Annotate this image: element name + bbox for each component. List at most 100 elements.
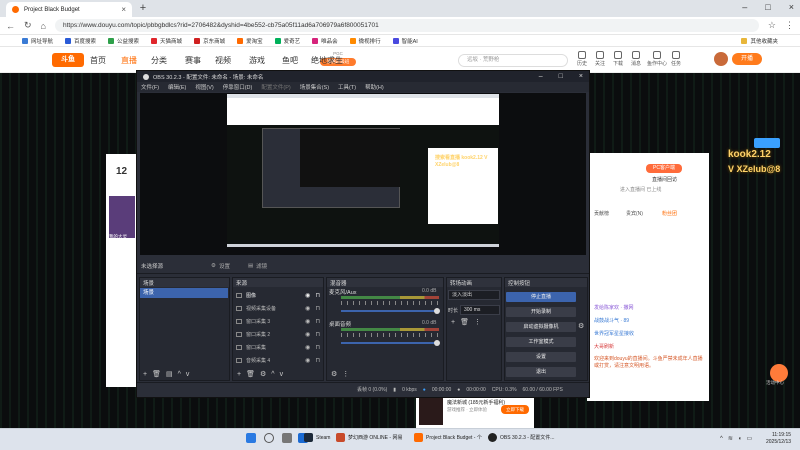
tab-fan-club[interactable]: 粉丝团 <box>662 210 677 217</box>
virtual-camera-gear-icon[interactable]: ⚙ <box>578 322 584 330</box>
tab-contribution[interactable]: 贡献榜 <box>594 210 609 217</box>
follow-button[interactable]: 关注 <box>593 51 607 67</box>
pc-client-badge[interactable]: PC客户端 <box>646 164 682 173</box>
up-icon[interactable]: ^ <box>271 371 274 378</box>
tab-close-icon[interactable]: × <box>121 5 126 14</box>
down-icon[interactable]: v <box>186 371 190 378</box>
bookmark-item[interactable]: 京东商城 <box>194 37 225 45</box>
eye-icon[interactable]: ◉ <box>305 331 310 338</box>
lock-icon[interactable]: ⊓ <box>315 318 320 325</box>
eye-icon[interactable]: ◉ <box>305 305 310 312</box>
nav-video[interactable]: 视频 <box>215 55 231 66</box>
obs-close-icon[interactable]: × <box>579 73 583 80</box>
trash-icon[interactable]: 🗑 <box>246 370 255 378</box>
back-icon[interactable]: ← <box>6 21 15 31</box>
messages-button[interactable]: 消息 <box>629 51 643 67</box>
bookmark-item[interactable]: 唯品会 <box>312 37 338 45</box>
taskbar-app-obs[interactable]: OBS 30.2.3 - 配置文件... <box>488 433 554 442</box>
start-virtual-camera-button[interactable]: 启动虚拟摄像机 <box>506 322 576 332</box>
eye-icon[interactable]: ◉ <box>305 357 310 364</box>
source-item[interactable]: 窗口采集 2 ◉ ⊓ <box>233 328 323 340</box>
panel-line[interactable]: 直播间回访 <box>652 176 677 183</box>
refresh-icon[interactable]: ↻ <box>24 20 32 31</box>
menu-docks[interactable]: 停靠窗口(D) <box>223 83 253 91</box>
wifi-icon[interactable]: ≋ <box>728 435 733 442</box>
star-icon[interactable]: ☆ <box>768 20 776 31</box>
taskbar-clock[interactable]: 11:19:15 2025/12/13 <box>766 432 791 446</box>
taskbar-app-browser[interactable]: Project Black Budget - 个 <box>414 433 482 442</box>
source-filters-button[interactable]: ▤ 滤镜 <box>248 262 267 270</box>
creator-center-button[interactable]: 鱼作中心 <box>647 51 667 67</box>
bookmark-item[interactable]: 网址导航 <box>22 37 53 45</box>
menu-scene-collection[interactable]: 场景集合(S) <box>300 83 329 91</box>
close-window-icon[interactable]: × <box>789 2 794 12</box>
bookmark-item[interactable]: 公益搜索 <box>108 37 139 45</box>
site-search-input[interactable]: 远坂 · 荒野枪 <box>458 54 568 67</box>
trash-icon[interactable]: 🗑 <box>152 370 161 378</box>
bookmark-item[interactable]: 爱淘宝 <box>237 37 263 45</box>
task-view-icon[interactable] <box>282 433 292 443</box>
lock-icon[interactable]: ⊓ <box>315 357 320 364</box>
start-menu-icon[interactable] <box>246 433 256 443</box>
nav-category[interactable]: 分类 <box>151 55 167 66</box>
ad-download-button[interactable]: 立即下载 <box>501 405 529 414</box>
obs-minimize-icon[interactable]: – <box>539 73 543 80</box>
scene-item[interactable]: 场景 <box>140 288 228 298</box>
up-icon[interactable]: ^ <box>178 371 181 378</box>
browser-tab[interactable]: Project Black Budget × <box>6 2 132 17</box>
chevron-up-icon[interactable]: ^ <box>720 436 723 442</box>
battery-icon[interactable]: ▭ <box>746 435 752 442</box>
avatar[interactable] <box>714 52 728 66</box>
lock-icon[interactable]: ⊓ <box>315 292 320 299</box>
menu-view[interactable]: 视图(V) <box>195 83 213 91</box>
nav-fishbar[interactable]: 鱼吧 <box>282 55 298 66</box>
side-promo[interactable]: kook2.12 V XZelub@8 <box>728 138 780 177</box>
menu-profile[interactable]: 配置文件(P) <box>261 83 290 91</box>
trash-icon[interactable]: 🗑 <box>460 318 469 326</box>
obs-maximize-icon[interactable]: □ <box>559 73 563 80</box>
menu-edit[interactable]: 编辑(E) <box>168 83 186 91</box>
new-tab-button[interactable]: + <box>136 2 150 15</box>
source-settings-button[interactable]: ⚙ 设置 <box>211 262 230 270</box>
volume-slider[interactable] <box>341 342 437 344</box>
settings-button[interactable]: 设置 <box>506 352 576 362</box>
lock-icon[interactable]: ⊓ <box>315 331 320 338</box>
download-button[interactable]: 下载 <box>611 51 625 67</box>
nav-live[interactable]: 直播 <box>121 55 137 66</box>
start-recording-button[interactable]: 开始录制 <box>506 307 576 317</box>
add-icon[interactable]: + <box>143 371 147 378</box>
down-icon[interactable]: v <box>280 371 284 378</box>
volume-slider-knob[interactable] <box>434 308 440 314</box>
home-icon[interactable]: ⌂ <box>41 21 46 31</box>
nav-games[interactable]: 游戏 <box>249 55 265 66</box>
bookmark-item[interactable]: 天猫商城 <box>151 37 182 45</box>
gear-icon[interactable]: ⚙ <box>331 370 337 378</box>
volume-slider[interactable] <box>341 310 437 312</box>
other-favorites[interactable]: 其他收藏夹 <box>741 37 778 45</box>
url-input[interactable]: https://www.douyu.com/topic/pbbgbdlcs?ri… <box>54 19 759 32</box>
site-logo[interactable]: 斗鱼 <box>52 53 84 67</box>
duration-input[interactable]: 300 ms <box>460 305 500 315</box>
history-button[interactable]: 历史 <box>575 51 589 67</box>
search-icon[interactable] <box>264 433 274 443</box>
lock-icon[interactable]: ⊓ <box>315 344 320 351</box>
gear-icon[interactable]: ⚙ <box>260 370 266 378</box>
menu-help[interactable]: 帮助(H) <box>365 83 384 91</box>
tab-vip[interactable]: 贵宾(N) <box>626 210 643 217</box>
menu-dots-icon[interactable]: ⋮ <box>342 370 349 378</box>
studio-mode-button[interactable]: 工作室模式 <box>506 337 576 347</box>
start-broadcast-button[interactable]: 开播 <box>732 53 762 65</box>
volume-slider-knob[interactable] <box>434 340 440 346</box>
source-item[interactable]: 音频采集 4 ◉ ⊓ <box>233 354 323 366</box>
eye-icon[interactable]: ◉ <box>305 292 310 299</box>
source-item[interactable]: 图像 ◉ ⊓ <box>233 289 323 301</box>
lock-icon[interactable]: ⊓ <box>315 305 320 312</box>
bookmark-item[interactable]: 智能AI <box>392 37 418 45</box>
volume-icon[interactable]: ◖ <box>738 436 742 442</box>
left-card-thumbnail[interactable] <box>109 196 135 238</box>
menu-dots-icon[interactable]: ⋮ <box>474 318 481 326</box>
bookmark-item[interactable]: 微视排行 <box>349 37 381 45</box>
add-icon[interactable]: + <box>237 371 241 378</box>
source-item[interactable]: 窗口采集 3 ◉ ⊓ <box>233 315 323 327</box>
eye-icon[interactable]: ◉ <box>305 344 310 351</box>
